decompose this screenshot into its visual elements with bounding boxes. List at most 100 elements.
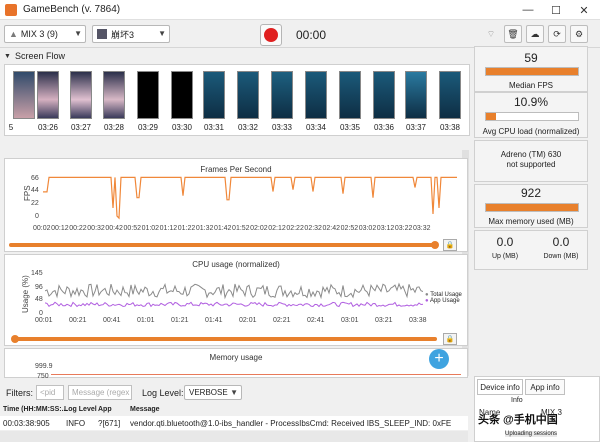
cpu-load-card: 10.9% Avg CPU load (normalized) <box>474 92 588 138</box>
chevron-down-icon: ▼ <box>158 29 166 38</box>
message-filter-input[interactable]: Message (regex <box>68 385 132 400</box>
settings-icon[interactable]: ⚙ <box>570 25 588 43</box>
max-memory-label: Max memory used (MB) <box>488 217 574 226</box>
x-tick-label: 01:32 <box>195 225 214 232</box>
log-time: 00:03:38:905 <box>3 418 50 428</box>
lock-icon[interactable]: 🔒 <box>443 333 457 345</box>
frame-time-label: 03:28 <box>103 123 125 132</box>
cpu-load-label: Avg CPU load (normalized) <box>482 127 580 136</box>
x-tick-label: 00:01 <box>35 317 53 324</box>
x-tick-label: 01:42 <box>213 225 232 232</box>
cpu-load-value: 10.9% <box>513 95 549 109</box>
cpu-load-bar <box>485 112 579 121</box>
record-button[interactable] <box>260 24 282 46</box>
upload-label: Up (MB) <box>491 253 519 260</box>
frame-thumbnail[interactable] <box>237 71 259 119</box>
x-tick-label: 03:21 <box>375 317 393 324</box>
x-tick-label: 02:21 <box>273 317 291 324</box>
log-level: INFO <box>66 418 86 428</box>
maximize-button[interactable]: ☐ <box>542 0 570 20</box>
x-tick-label: 03:38 <box>409 317 427 324</box>
fps-range-slider[interactable] <box>9 243 435 247</box>
frame-thumbnail[interactable] <box>13 71 35 119</box>
frame-thumbnail[interactable] <box>271 71 293 119</box>
filters-label: Filters: <box>6 388 33 398</box>
frame-time-label: 5 <box>8 123 14 132</box>
record-icon <box>264 28 278 42</box>
x-tick-label: 01:21 <box>171 317 189 324</box>
log-horizontal-scrollbar[interactable] <box>0 431 468 442</box>
download-value: 0.0 <box>552 235 570 249</box>
collapse-triangle-icon: ▼ <box>4 52 11 60</box>
log-col-time[interactable]: Time (HH:MM:SS:... <box>3 406 67 413</box>
frame-thumbnail[interactable] <box>203 71 225 119</box>
memory-card: 922 Max memory used (MB) <box>474 184 588 228</box>
chevron-down-icon: ▼ <box>74 29 82 38</box>
gamebench-logo-icon <box>5 3 17 16</box>
frame-thumbnail[interactable] <box>37 71 59 119</box>
cpu-chart-panel: CPU usage (normalized) Usage (%) 145 96 … <box>4 254 468 346</box>
device-select-value: MIX 3 (9) <box>20 29 58 39</box>
x-tick-label: 02:22 <box>286 225 304 232</box>
frame-thumbnail[interactable] <box>305 71 327 119</box>
x-tick-label: 02:52 <box>340 225 359 232</box>
cpu-plot <box>45 282 423 308</box>
cpu-y-tick: 0 <box>39 310 43 317</box>
x-tick-label: 00:41 <box>103 317 121 324</box>
close-button[interactable]: ✕ <box>570 0 598 20</box>
frame-time-label: 03:35 <box>339 123 361 132</box>
tab-device-info[interactable]: Device info <box>477 379 523 395</box>
x-tick-label: 01:41 <box>205 317 223 324</box>
wifi-icon[interactable]: ⌔ <box>482 25 500 43</box>
log-col-app[interactable]: App <box>98 406 112 413</box>
log-header: Time (HH:MM:SS:... Log Level App Message <box>0 404 468 415</box>
minimize-button[interactable]: — <box>514 0 542 20</box>
fps-slider-handle[interactable] <box>431 241 439 249</box>
pid-filter-input[interactable]: <pid <box>36 385 64 400</box>
max-memory-value: 922 <box>520 186 542 200</box>
frame-time-label: 03:31 <box>203 123 225 132</box>
fps-y-tick: 22 <box>31 200 39 207</box>
log-col-message[interactable]: Message <box>130 406 160 413</box>
log-level-select[interactable]: VERBOSE ▼ <box>184 385 242 400</box>
frame-thumbnail[interactable] <box>70 71 92 119</box>
x-tick-label: 03:02 <box>358 225 377 232</box>
x-tick-label: 03:01 <box>341 317 359 324</box>
tab-app-info[interactable]: App info <box>525 379 565 395</box>
frame-thumbnail[interactable] <box>339 71 361 119</box>
x-tick-label: 02:41 <box>307 317 325 324</box>
screen-flow-strip[interactable]: 5 03:26 03:27 03:28 03:29 03:30 03:31 03:32 03:3… <box>4 64 470 136</box>
log-col-level[interactable]: Log Level <box>64 406 97 413</box>
log-row[interactable]: 00:03:38:905 INFO ?[671] vendor.qti.blue… <box>0 416 468 430</box>
add-icon[interactable]: + <box>429 349 449 369</box>
x-tick-label: 00:22 <box>69 225 87 232</box>
x-tick-label: 02:32 <box>304 225 322 232</box>
upload-cloud-icon[interactable]: ☁ <box>526 25 544 43</box>
frame-time-label: 03:36 <box>373 123 395 132</box>
device-select[interactable]: ▲ MIX 3 (9) ▼ <box>4 25 86 43</box>
frame-thumbnail[interactable] <box>171 71 193 119</box>
window-title: GameBench (v. 7864) <box>23 4 121 15</box>
trash-icon[interactable]: 🗑 <box>504 25 522 43</box>
memory-line <box>51 374 461 375</box>
sync-icon[interactable]: ⟳ <box>548 25 566 43</box>
frame-thumbnail[interactable] <box>439 71 461 119</box>
cpu-range-slider[interactable] <box>13 337 437 341</box>
frame-thumbnail[interactable] <box>103 71 125 119</box>
frame-thumbnail[interactable] <box>137 71 159 119</box>
frame-thumbnail[interactable] <box>373 71 395 119</box>
memory-y-tick: 999.9 <box>35 363 53 370</box>
frame-time-label: 03:26 <box>37 123 59 132</box>
screen-flow-header[interactable]: ▼ Screen Flow <box>4 49 468 63</box>
app-select[interactable]: 崩坏3 ▼ <box>92 25 170 43</box>
frame-time-label: 03:27 <box>70 123 92 132</box>
cpu-total-usage-line <box>45 282 423 300</box>
log-message: vendor.qti.bluetooth@1.0-ibs_handler - P… <box>130 418 452 428</box>
x-tick-label: 01:01 <box>137 317 155 324</box>
upload-value: 0.0 <box>496 235 514 249</box>
cpu-slider-handle-left[interactable] <box>11 335 19 343</box>
lock-icon[interactable]: 🔒 <box>443 239 457 251</box>
x-tick-label: 03:22 <box>394 225 413 232</box>
frame-thumbnail[interactable] <box>405 71 427 119</box>
frame-time-label: 03:33 <box>271 123 293 132</box>
